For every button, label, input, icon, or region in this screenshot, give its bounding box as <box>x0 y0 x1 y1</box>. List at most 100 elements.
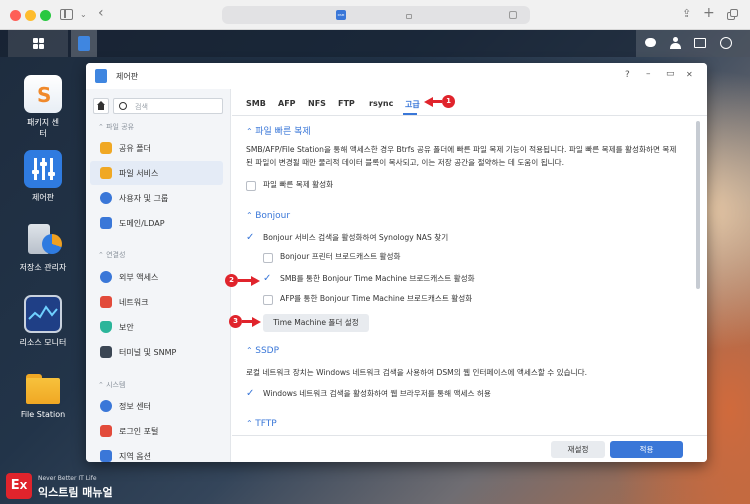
tab-afp[interactable]: AFP <box>278 99 296 108</box>
desktop-icon-package-center[interactable]: S 패키지 센터 <box>8 75 78 139</box>
section-header-bonjour[interactable]: ⌃ Bonjour <box>246 211 290 221</box>
user-icon[interactable] <box>670 37 681 49</box>
scrollbar-thumb[interactable] <box>696 121 700 289</box>
search-placeholder: 검색 <box>135 103 148 111</box>
taskbar-control-panel[interactable] <box>71 30 97 57</box>
section-connectivity[interactable]: ⌃ 연결성 <box>98 250 125 260</box>
new-tab-icon[interactable]: + <box>703 6 715 20</box>
taskbar-tray <box>636 30 750 57</box>
back-button[interactable]: ‹ <box>98 6 104 20</box>
minimize-button[interactable]: – <box>646 69 651 79</box>
sidebar-item-regional-options[interactable]: 지역 옵션 <box>90 444 223 462</box>
afp-time-machine-label: AFP를 통한 Bonjour Time Machine 브로드캐스트 활성화 <box>280 294 473 303</box>
sidebar-item-network[interactable]: 네트워크 <box>90 290 223 314</box>
sidebar-item-terminal-snmp[interactable]: 터미널 및 SNMP <box>90 340 223 364</box>
watermark-tagline: Never Better IT Life <box>38 475 97 482</box>
reader-icon[interactable] <box>509 11 517 19</box>
tab-nfs[interactable]: NFS <box>308 99 326 108</box>
share-icon[interactable]: ⇪ <box>682 8 691 20</box>
browser-toolbar: ⌄ ‹ DSM ⇪ + <box>0 0 750 30</box>
widgets-icon[interactable] <box>694 38 706 48</box>
section-title: TFTP <box>255 419 277 429</box>
home-button[interactable] <box>93 98 109 114</box>
sidebar-item-shared-folder[interactable]: 공유 폴더 <box>90 136 223 160</box>
sidebar-item-label: 파일 서비스 <box>119 169 159 178</box>
section-header-ssdp[interactable]: ⌃ SSDP <box>246 346 279 356</box>
section-file-sharing[interactable]: ⌃ 파일 공유 <box>98 122 134 132</box>
annotation-marker: 1 <box>442 95 455 108</box>
chat-icon[interactable] <box>645 38 656 47</box>
regional-icon <box>100 450 112 462</box>
desktop-icon-file-station[interactable]: File Station <box>8 368 78 419</box>
desktop-icon-control-panel[interactable]: 제어판 <box>8 150 78 203</box>
bonjour-enable-checkbox[interactable]: ✓ <box>246 233 254 243</box>
watermark-title: 익스트림 매뉴얼 <box>38 486 113 499</box>
chevron-up-icon: ⌃ <box>246 419 253 428</box>
desktop-icon-resource-monitor[interactable]: 리소스 모니터 <box>8 295 78 348</box>
domain-icon <box>100 217 112 229</box>
close-window-button[interactable] <box>10 10 21 21</box>
reset-button[interactable]: 재설정 <box>551 441 605 458</box>
annotation-arrowhead <box>252 317 261 327</box>
annotation-arrowhead <box>251 276 260 286</box>
window-titlebar[interactable]: 제어판 ? – ▭ ✕ <box>86 63 707 89</box>
desktop-icon-storage-manager[interactable]: 저장소 관리자 <box>8 220 78 273</box>
search-icon[interactable] <box>720 37 732 49</box>
tab-bar: SMB AFP NFS FTP rsync 고급 <box>232 89 707 116</box>
address-bar[interactable]: DSM <box>222 6 530 24</box>
tab-ftp[interactable]: FTP <box>338 99 355 108</box>
window-footer: 재설정 적용 <box>232 435 707 462</box>
search-input[interactable]: 검색 <box>113 98 223 114</box>
bonjour-printer-checkbox[interactable] <box>263 253 273 263</box>
tab-overview-icon[interactable] <box>727 9 738 20</box>
tab-smb[interactable]: SMB <box>246 99 266 108</box>
section-title: 파일 빠른 복제 <box>255 127 311 137</box>
site-favicon: DSM <box>336 10 346 20</box>
sidebar-item-label: 정보 센터 <box>119 402 151 411</box>
grid-icon <box>33 38 44 49</box>
section-title: SSDP <box>255 346 280 356</box>
section-label: 연결성 <box>106 251 126 259</box>
sidebar-item-security[interactable]: 보안 <box>90 315 223 339</box>
sidebar-item-file-services[interactable]: 파일 서비스 <box>90 161 223 185</box>
section-header-tftp[interactable]: ⌃ TFTP <box>246 419 277 429</box>
file-services-icon <box>100 167 112 179</box>
sidebar-item-label: 터미널 및 SNMP <box>119 348 177 357</box>
smb-time-machine-checkbox[interactable]: ✓ <box>263 274 271 284</box>
fast-clone-description: SMB/AFP/File Station을 통해 액세스한 경우 Btrfs 공… <box>246 143 694 169</box>
close-button[interactable]: ✕ <box>686 70 693 79</box>
sidebar-item-label: 외부 액세스 <box>119 273 159 282</box>
minimize-window-button[interactable] <box>25 10 36 21</box>
afp-time-machine-checkbox[interactable] <box>263 295 273 305</box>
sidebar-item-login-portal[interactable]: 로그인 포털 <box>90 419 223 443</box>
settings-content: ⌃ 파일 빠른 복제 SMB/AFP/File Station을 통해 액세스한… <box>232 117 707 437</box>
maximize-button[interactable]: ▭ <box>666 69 675 79</box>
section-header-fast-clone[interactable]: ⌃ 파일 빠른 복제 <box>246 124 311 137</box>
sidebar-item-info-center[interactable]: 정보 센터 <box>90 394 223 418</box>
description-line: SMB/AFP/File Station을 통해 액세스한 경우 Btrfs 공… <box>246 145 677 154</box>
chevron-down-icon[interactable]: ⌄ <box>80 9 87 21</box>
section-system[interactable]: ⌃ 시스템 <box>98 380 125 390</box>
sidebar-item-domain-ldap[interactable]: 도메인/LDAP <box>90 211 223 235</box>
annotation-marker: 3 <box>229 315 242 328</box>
sidebar-toggle-icon[interactable] <box>60 9 73 20</box>
tab-advanced[interactable]: 고급 <box>405 99 420 110</box>
time-machine-folder-button[interactable]: Time Machine 폴더 설정 <box>263 314 369 332</box>
ssdp-checkbox[interactable]: ✓ <box>246 389 254 399</box>
smb-time-machine-label: SMB를 통한 Bonjour Time Machine 브로드캐스트 활성화 <box>280 274 475 283</box>
fast-clone-checkbox[interactable] <box>246 181 256 191</box>
active-tab-indicator <box>403 113 417 115</box>
zoom-window-button[interactable] <box>40 10 51 21</box>
chevron-up-icon: ⌃ <box>246 211 253 220</box>
sidebar-item-users-groups[interactable]: 사용자 및 그룹 <box>90 186 223 210</box>
sidebar-item-label: 네트워크 <box>119 298 149 307</box>
main-menu-button[interactable] <box>8 30 68 57</box>
bonjour-enable-label: Bonjour 서비스 검색을 활성화하여 Synology NAS 찾기 <box>263 233 449 242</box>
tab-rsync[interactable]: rsync <box>369 99 393 108</box>
sidebar-item-external-access[interactable]: 외부 액세스 <box>90 265 223 289</box>
ssdp-description: 로컬 네트워크 장치는 Windows 네트워크 검색을 사용하여 DSM의 웹… <box>246 368 587 377</box>
annotation-arrow <box>242 320 252 323</box>
apply-button[interactable]: 적용 <box>610 441 683 458</box>
bonjour-printer-label: Bonjour 프린터 브로드캐스트 활성화 <box>280 252 401 261</box>
help-button[interactable]: ? <box>625 70 630 80</box>
